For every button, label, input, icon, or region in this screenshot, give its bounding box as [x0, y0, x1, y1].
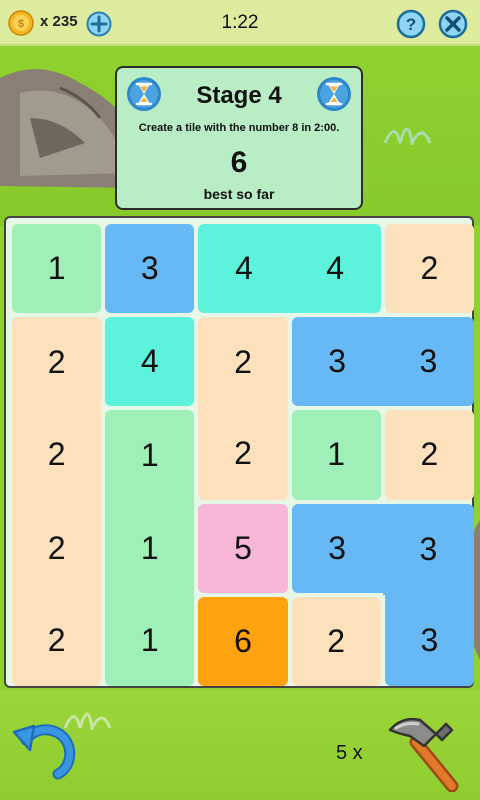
tile[interactable]: 3	[105, 224, 195, 314]
tile[interactable]: 2	[12, 408, 102, 502]
tile[interactable]: 1	[105, 594, 195, 686]
tile[interactable]: 3	[382, 317, 474, 407]
stage-description: Create a tile with the number 8 in 2:00.	[138, 122, 340, 134]
best-score-value: 6	[230, 146, 248, 179]
game-board: 1344224233212122153321623	[4, 216, 474, 688]
help-button[interactable]: ?	[396, 9, 426, 39]
tile[interactable]: 5	[198, 503, 288, 593]
tile[interactable]: 2	[384, 224, 474, 314]
tile[interactable]: 2	[384, 410, 474, 500]
tile[interactable]: 1	[105, 410, 195, 502]
hammer-icon[interactable]	[380, 712, 470, 792]
hammer-count: 5 x	[336, 742, 363, 764]
tile[interactable]: 4	[105, 317, 195, 407]
hourglass-icon	[317, 77, 351, 111]
tile[interactable]: 6	[198, 596, 288, 686]
tile[interactable]: 1	[12, 224, 102, 314]
best-score-label: best so far	[203, 186, 275, 202]
close-button[interactable]	[438, 9, 468, 39]
svg-text:?: ?	[406, 15, 416, 34]
tile[interactable]: 2	[12, 501, 102, 595]
undo-icon[interactable]	[12, 718, 78, 784]
tile[interactable]: 3	[382, 503, 474, 595]
tile[interactable]: 4	[289, 224, 381, 314]
tile[interactable]: 2	[12, 594, 102, 686]
top-bar: $ x 235 1:22 ?	[0, 0, 480, 46]
stage-info-card: Stage 4 Create a tile with the number 8 …	[115, 66, 363, 210]
tile[interactable]: 1	[291, 410, 381, 500]
tile[interactable]: 3	[384, 594, 474, 686]
tile[interactable]: 2	[291, 596, 381, 686]
tile[interactable]: 2	[198, 317, 288, 409]
tile[interactable]: 3	[291, 317, 383, 407]
tile[interactable]: 1	[105, 501, 195, 595]
grass-tuft	[383, 127, 432, 145]
tile[interactable]: 3	[291, 503, 383, 593]
tile[interactable]: 2	[12, 317, 102, 409]
tile[interactable]: 2	[198, 408, 288, 500]
tile[interactable]: 4	[198, 224, 290, 314]
